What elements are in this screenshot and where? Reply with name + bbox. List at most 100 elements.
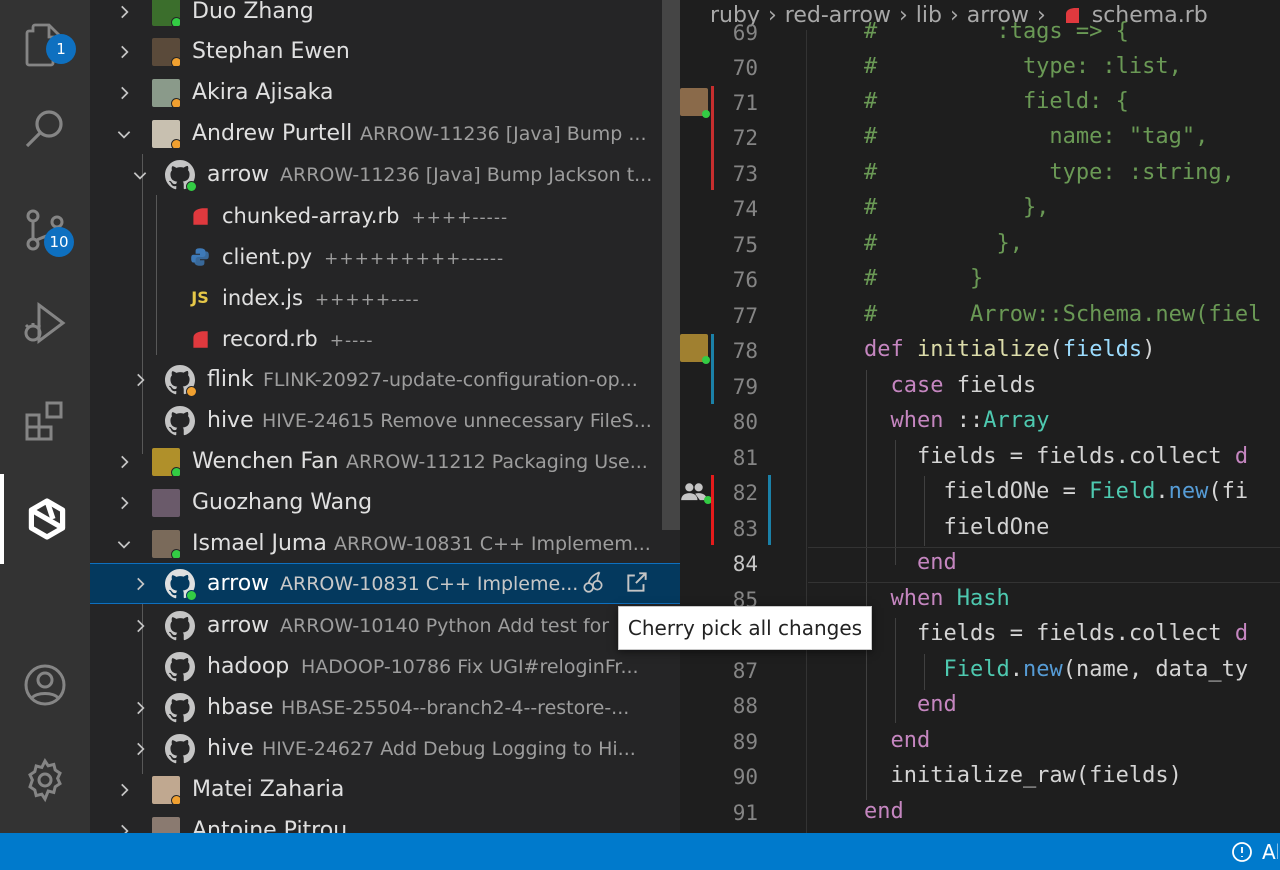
source-control-icon[interactable]: 10 bbox=[0, 185, 90, 275]
github-icon bbox=[165, 733, 195, 764]
account-icon[interactable] bbox=[0, 640, 90, 730]
chevron-right-icon[interactable] bbox=[114, 780, 134, 800]
settings-gear-icon[interactable] bbox=[0, 735, 90, 825]
chevron-right-icon[interactable] bbox=[114, 42, 134, 62]
contributor-name: Wenchen Fan bbox=[192, 449, 339, 474]
avatar bbox=[152, 37, 180, 66]
extensions-icon[interactable] bbox=[0, 376, 90, 466]
github-icon bbox=[165, 405, 195, 436]
blame-avatar[interactable] bbox=[680, 334, 710, 364]
tree-item-repository[interactable]: hbase HBASE-25504--branch2-4--restore-..… bbox=[90, 687, 680, 728]
blame-avatar[interactable] bbox=[680, 88, 710, 118]
search-icon[interactable] bbox=[0, 83, 90, 173]
avatar bbox=[152, 775, 180, 804]
tree-item-contributor[interactable]: Ismael Juma ARROW-10831 C++ Implemem... bbox=[90, 523, 680, 564]
cherry-pick-icon[interactable] bbox=[580, 569, 606, 599]
tree-item-repository-selected[interactable]: arrow ARROW-10831 C++ Impleme... bbox=[90, 563, 680, 604]
ruby-file-icon bbox=[188, 204, 212, 228]
tree-item-contributor[interactable]: Matei Zaharia bbox=[90, 769, 680, 810]
tree-item-contributor[interactable]: Wenchen Fan ARROW-11212 Packaging Use... bbox=[90, 441, 680, 482]
line-number: 76 bbox=[732, 268, 758, 292]
gitlens-icon[interactable] bbox=[0, 474, 90, 564]
code-line: Field.new(name, data_ty bbox=[943, 657, 1249, 682]
explorer-badge: 1 bbox=[46, 34, 76, 64]
tree-item-file[interactable]: client.py +++++++++------ bbox=[90, 236, 680, 277]
commit-description: ARROW-11236 [Java] Bump ... bbox=[360, 122, 647, 145]
commit-description: ARROW-10140 Python Add test for bbox=[280, 614, 610, 637]
line-number: 90 bbox=[732, 765, 758, 789]
tree-item-contributor[interactable]: Andrew Purtell ARROW-11236 [Java] Bump .… bbox=[90, 113, 680, 154]
status-notification[interactable]: Al bbox=[1230, 833, 1280, 870]
tree-item-repository[interactable]: arrow ARROW-10140 Python Add test for bbox=[90, 605, 680, 646]
line-number: 70 bbox=[732, 56, 758, 80]
chevron-right-icon[interactable] bbox=[114, 452, 134, 472]
repository-name: hive bbox=[207, 408, 254, 433]
chevron-down-icon[interactable] bbox=[130, 165, 150, 185]
line-number: 89 bbox=[732, 730, 758, 754]
github-icon bbox=[165, 159, 197, 192]
code-line: # } bbox=[864, 266, 984, 291]
repository-name: hive bbox=[207, 736, 254, 761]
repository-name: flink bbox=[207, 367, 254, 392]
contributor-name: Akira Ajisaka bbox=[192, 80, 334, 105]
source-control-badge: 10 bbox=[44, 227, 74, 257]
chevron-right-icon[interactable] bbox=[130, 616, 150, 636]
file-name: chunked-array.rb ++++----- bbox=[222, 203, 509, 228]
contributor-name: Andrew Purtell bbox=[192, 121, 353, 146]
code-line: # }, bbox=[864, 195, 1050, 220]
tree-item-file[interactable]: record.rb +---- bbox=[90, 318, 680, 359]
chevron-right-icon[interactable] bbox=[130, 739, 150, 759]
repository-name: hbase bbox=[207, 695, 274, 720]
open-external-icon[interactable] bbox=[624, 569, 650, 599]
chevron-down-icon[interactable] bbox=[114, 124, 134, 144]
chevron-right-icon: › bbox=[767, 2, 777, 28]
code-line: # :tags => { bbox=[864, 19, 1129, 44]
tree-item-repository[interactable]: hadoop HADOOP-10786 Fix UGI#reloginFr... bbox=[90, 646, 680, 687]
contributor-name: Duo Zhang bbox=[192, 0, 314, 24]
explorer-icon[interactable]: 1 bbox=[0, 0, 90, 90]
github-icon bbox=[165, 610, 195, 641]
chevron-right-icon[interactable] bbox=[130, 370, 150, 390]
chevron-right-icon[interactable] bbox=[130, 698, 150, 718]
commit-description: ARROW-10831 C++ Implemem... bbox=[334, 532, 651, 555]
ruby-file-icon bbox=[188, 327, 212, 351]
tree-item-file[interactable]: JS index.js +++++---- bbox=[90, 277, 680, 318]
tree-item-contributor[interactable]: Stephan Ewen bbox=[90, 31, 680, 72]
tree-item-repository[interactable]: flink FLINK-20927-update-configuration-o… bbox=[90, 359, 680, 400]
contributor-name: Matei Zaharia bbox=[192, 777, 345, 802]
people-icon[interactable] bbox=[680, 478, 712, 506]
avatar bbox=[152, 488, 180, 517]
tree-item-repository[interactable]: hive HIVE-24615 Remove unnecessary FileS… bbox=[90, 400, 680, 441]
github-icon bbox=[165, 364, 197, 397]
chevron-right-icon[interactable] bbox=[114, 821, 134, 833]
code-line: initialize_raw(fields) bbox=[864, 763, 1182, 788]
tree-item-contributor[interactable]: Guozhang Wang bbox=[90, 482, 680, 523]
avatar bbox=[152, 447, 180, 476]
chevron-right-icon[interactable] bbox=[114, 493, 134, 513]
file-name: client.py +++++++++------ bbox=[222, 244, 505, 269]
chevron-right-icon[interactable] bbox=[114, 83, 134, 103]
tree-item-file[interactable]: chunked-array.rb ++++----- bbox=[90, 195, 680, 236]
tree-item-contributor[interactable]: Duo Zhang bbox=[90, 0, 680, 32]
chevron-down-icon[interactable] bbox=[114, 534, 134, 554]
line-number: 80 bbox=[732, 410, 758, 434]
tree-item-repository[interactable]: arrow ARROW-11236 [Java] Bump Jackson t.… bbox=[90, 154, 680, 195]
code-line: end bbox=[916, 550, 957, 575]
line-number: 91 bbox=[732, 801, 758, 825]
chevron-right-icon[interactable] bbox=[114, 2, 134, 22]
code-line: fieldOne bbox=[864, 515, 1050, 540]
chevron-right-icon[interactable] bbox=[130, 574, 150, 594]
file-name: record.rb +---- bbox=[222, 326, 374, 351]
line-number: 73 bbox=[732, 162, 758, 186]
contributor-name: Guozhang Wang bbox=[192, 490, 373, 515]
line-number: 74 bbox=[732, 197, 758, 221]
contributor-name: Stephan Ewen bbox=[192, 39, 350, 64]
avatar bbox=[152, 78, 180, 107]
code-line: # type: :list, bbox=[864, 54, 1182, 79]
tree-item-repository[interactable]: hive HIVE-24627 Add Debug Logging to Hi.… bbox=[90, 728, 680, 769]
tree-item-contributor[interactable]: Akira Ajisaka bbox=[90, 72, 680, 113]
github-icon bbox=[165, 651, 195, 682]
tree-item-contributor[interactable]: Antoine Pitrou bbox=[90, 810, 680, 833]
run-debug-icon[interactable] bbox=[0, 278, 90, 368]
tooltip: Cherry pick all changes bbox=[618, 606, 872, 650]
